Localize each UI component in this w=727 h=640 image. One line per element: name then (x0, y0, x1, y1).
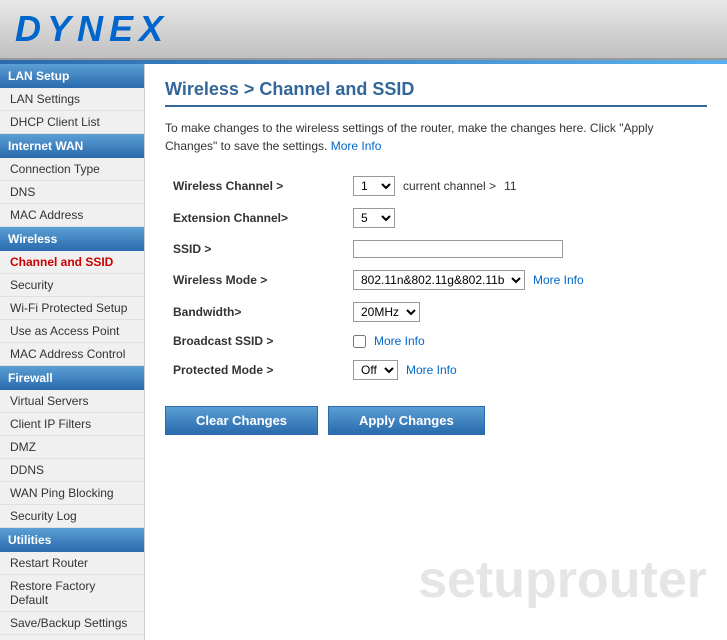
apply-changes-button[interactable]: Apply Changes (328, 406, 485, 435)
more-info-link-top[interactable]: More Info (331, 139, 382, 153)
broadcast-ssid-row: Broadcast SSID > More Info (165, 328, 707, 354)
wireless-channel-label: Wireless Channel > (165, 170, 345, 202)
extension-channel-row: Extension Channel> 1234 5678 91011 (165, 202, 707, 234)
sidebar-item-restore-factory-default[interactable]: Restore Factory Default (0, 575, 144, 612)
broadcast-ssid-cell: More Info (345, 328, 707, 354)
broadcast-ssid-checkbox[interactable] (353, 335, 366, 348)
header: DYNEX (0, 0, 727, 60)
wireless-channel-select[interactable]: 1234 5678 91011 (353, 176, 395, 196)
ssid-input[interactable] (353, 240, 563, 258)
sidebar-item-dns[interactable]: DNS (0, 181, 144, 204)
ssid-cell (345, 234, 707, 264)
description-text: To make changes to the wireless settings… (165, 121, 654, 153)
bandwidth-select[interactable]: 20MHz 40MHz (353, 302, 420, 322)
sidebar-item-save-backup-settings[interactable]: Save/Backup Settings (0, 612, 144, 635)
wireless-channel-row: Wireless Channel > 1234 5678 91011 curre… (165, 170, 707, 202)
wireless-mode-row: Wireless Mode > 802.11n&802.11g&802.11b … (165, 264, 707, 296)
sidebar-item-wan-ping-blocking[interactable]: WAN Ping Blocking (0, 482, 144, 505)
clear-changes-button[interactable]: Clear Changes (165, 406, 318, 435)
sidebar-item-connection-type[interactable]: Connection Type (0, 158, 144, 181)
sidebar-item-security[interactable]: Security (0, 274, 144, 297)
sidebar-item-client-ip-filters[interactable]: Client IP Filters (0, 413, 144, 436)
ssid-label: SSID > (165, 234, 345, 264)
extension-channel-label: Extension Channel> (165, 202, 345, 234)
content-area: Wireless > Channel and SSID To make chan… (145, 64, 727, 640)
protected-mode-label: Protected Mode > (165, 354, 345, 386)
sidebar-item-restore-previous-settings[interactable]: Restore Previous Settings (0, 635, 144, 640)
current-channel-value: 11 (504, 179, 516, 193)
sidebar-item-use-as-access-point[interactable]: Use as Access Point (0, 320, 144, 343)
protected-mode-more-info-link[interactable]: More Info (406, 363, 457, 377)
sidebar-section-utilities[interactable]: Utilities (0, 528, 144, 552)
sidebar-section-firewall[interactable]: Firewall (0, 366, 144, 390)
ssid-row: SSID > (165, 234, 707, 264)
page-title: Wireless > Channel and SSID (165, 79, 707, 107)
description: To make changes to the wireless settings… (165, 119, 707, 155)
sidebar-section-lan-setup[interactable]: LAN Setup (0, 64, 144, 88)
bandwidth-cell: 20MHz 40MHz (345, 296, 707, 328)
wireless-mode-controls: 802.11n&802.11g&802.11b 802.11g&802.11b … (353, 270, 699, 290)
sidebar: LAN Setup LAN Settings DHCP Client List … (0, 64, 145, 640)
protected-mode-cell: Off On More Info (345, 354, 707, 386)
sidebar-item-lan-settings[interactable]: LAN Settings (0, 88, 144, 111)
broadcast-ssid-more-info-link[interactable]: More Info (374, 334, 425, 348)
wireless-mode-select[interactable]: 802.11n&802.11g&802.11b 802.11g&802.11b … (353, 270, 525, 290)
sidebar-item-restart-router[interactable]: Restart Router (0, 552, 144, 575)
form-table: Wireless Channel > 1234 5678 91011 curre… (165, 170, 707, 386)
sidebar-item-channel-and-ssid[interactable]: Channel and SSID (0, 251, 144, 274)
logo: DYNEX (15, 8, 169, 50)
current-channel-label: current channel > (403, 179, 496, 193)
wireless-mode-label: Wireless Mode > (165, 264, 345, 296)
wireless-mode-cell: 802.11n&802.11g&802.11b 802.11g&802.11b … (345, 264, 707, 296)
watermark: setuprouter (418, 550, 707, 610)
bandwidth-row: Bandwidth> 20MHz 40MHz (165, 296, 707, 328)
sidebar-item-mac-address-control[interactable]: MAC Address Control (0, 343, 144, 366)
extension-channel-select[interactable]: 1234 5678 91011 (353, 208, 395, 228)
broadcast-ssid-controls: More Info (353, 334, 699, 348)
protected-mode-select[interactable]: Off On (353, 360, 398, 380)
sidebar-section-wireless[interactable]: Wireless (0, 227, 144, 251)
broadcast-ssid-label: Broadcast SSID > (165, 328, 345, 354)
protected-mode-controls: Off On More Info (353, 360, 699, 380)
bandwidth-label: Bandwidth> (165, 296, 345, 328)
wireless-channel-cell: 1234 5678 91011 current channel > 11 (345, 170, 707, 202)
protected-mode-row: Protected Mode > Off On More Info (165, 354, 707, 386)
sidebar-section-internet-wan[interactable]: Internet WAN (0, 134, 144, 158)
main-layout: LAN Setup LAN Settings DHCP Client List … (0, 64, 727, 640)
wireless-mode-more-info-link[interactable]: More Info (533, 273, 584, 287)
sidebar-item-virtual-servers[interactable]: Virtual Servers (0, 390, 144, 413)
sidebar-item-wi-fi-protected-setup[interactable]: Wi-Fi Protected Setup (0, 297, 144, 320)
sidebar-item-mac-address[interactable]: MAC Address (0, 204, 144, 227)
sidebar-item-ddns[interactable]: DDNS (0, 459, 144, 482)
wireless-channel-controls: 1234 5678 91011 current channel > 11 (353, 176, 699, 196)
sidebar-item-dhcp-client-list[interactable]: DHCP Client List (0, 111, 144, 134)
sidebar-item-security-log[interactable]: Security Log (0, 505, 144, 528)
sidebar-item-dmz[interactable]: DMZ (0, 436, 144, 459)
button-row: Clear Changes Apply Changes (165, 406, 707, 435)
extension-channel-cell: 1234 5678 91011 (345, 202, 707, 234)
